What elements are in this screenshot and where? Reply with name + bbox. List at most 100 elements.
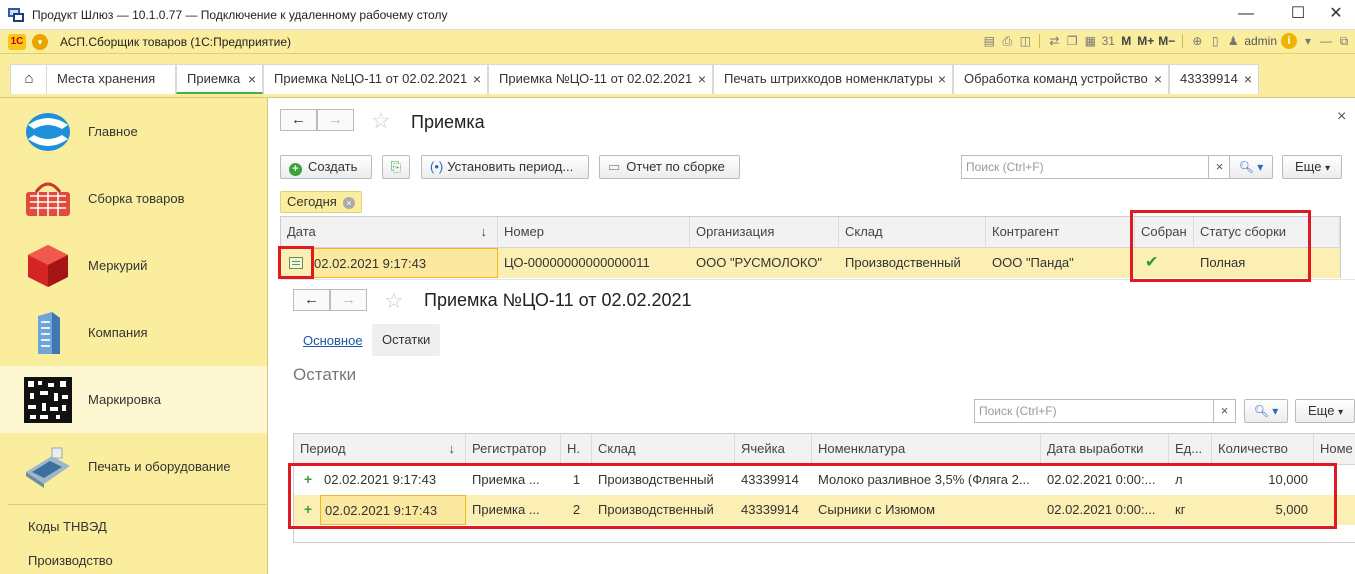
tab-device-commands[interactable]: Обработка команд устройство × — [953, 64, 1169, 94]
close-window-button[interactable]: ✕ — [1313, 0, 1355, 30]
close-icon[interactable]: × — [473, 65, 481, 93]
tab-rest[interactable]: Остатки — [372, 324, 441, 356]
preview-icon[interactable]: ◫ — [1018, 33, 1032, 49]
cell-registrar[interactable]: Приемка ... — [466, 465, 561, 495]
cell-item[interactable]: Сырники с Изюмом — [812, 495, 1041, 525]
tab-storage-places[interactable]: Места хранения — [46, 64, 176, 94]
forward-button[interactable]: → — [330, 289, 367, 311]
remove-filter-icon[interactable]: × — [342, 197, 355, 209]
close-icon[interactable]: × — [248, 65, 256, 93]
minimize-app-icon[interactable]: — — [1319, 33, 1333, 49]
cell-cell[interactable]: 43339914 — [735, 465, 812, 495]
close-icon[interactable]: × — [698, 65, 706, 93]
clear-search-icon[interactable]: × — [1214, 399, 1236, 423]
cell-unit[interactable]: л — [1169, 465, 1212, 495]
cell-n[interactable]: 2 — [561, 495, 592, 525]
sidebar-item-main[interactable]: Главное — [0, 98, 267, 165]
cell-warehouse[interactable]: Производственный — [839, 248, 986, 278]
filter-chip-today[interactable]: Сегодня × — [280, 191, 362, 213]
cell-warehouse[interactable]: Производственный — [592, 495, 735, 525]
back-button[interactable]: ← — [293, 289, 330, 311]
cell-quantity[interactable]: 5,000 — [1212, 495, 1314, 525]
spreadsheet-icon[interactable]: ▦ — [1083, 33, 1097, 49]
tab-print-barcodes[interactable]: Печать штрихкодов номенклатуры × — [713, 64, 953, 94]
column-header-registrar[interactable]: Регистратор — [466, 434, 561, 465]
restore-app-icon[interactable]: ⧉ — [1337, 33, 1351, 49]
table-row[interactable]: + 02.02.2021 9:17:43 Приемка ... 2 Произ… — [294, 495, 1355, 525]
sidebar-item-company[interactable]: Компания — [0, 299, 267, 366]
table-row[interactable]: 02.02.2021 9:17:43 ЦО-00000000000000011 … — [281, 248, 1340, 278]
chevron-down-icon[interactable]: ▾ — [1301, 33, 1315, 49]
cell-number[interactable]: ЦО-00000000000000011 — [498, 248, 690, 278]
column-header-period[interactable]: Период ↓ — [294, 434, 466, 465]
save-icon[interactable]: ▤ — [982, 33, 996, 49]
sidebar-item-marking[interactable]: Маркировка — [0, 366, 267, 433]
column-header-status[interactable]: Статус сборки — [1194, 217, 1340, 248]
cell-production-date[interactable]: 02.02.2021 0:00:... — [1041, 495, 1169, 525]
forward-button[interactable]: → — [317, 109, 354, 131]
cell-cell[interactable]: 43339914 — [735, 495, 812, 525]
minimize-button[interactable]: — — [1223, 0, 1269, 30]
print-icon[interactable]: ⎙ — [1000, 33, 1014, 49]
cell-date[interactable]: 02.02.2021 9:17:43 — [311, 248, 498, 278]
link-icon[interactable]: ⇄ — [1047, 33, 1061, 49]
back-button[interactable]: ← — [280, 109, 317, 131]
column-header-organization[interactable]: Организация — [690, 217, 839, 248]
create-button[interactable]: + Создать — [280, 155, 372, 179]
copy-document-button[interactable]: ⎘ — [382, 155, 410, 179]
column-header-nom[interactable]: Номе — [1314, 434, 1355, 465]
cell-production-date[interactable]: 02.02.2021 0:00:... — [1041, 465, 1169, 495]
search-input[interactable]: Поиск (Ctrl+F) — [961, 155, 1209, 179]
column-header-warehouse[interactable]: Склад — [592, 434, 735, 465]
close-icon[interactable]: × — [1154, 65, 1162, 93]
table-row[interactable]: + 02.02.2021 9:17:43 Приемка ... 1 Произ… — [294, 465, 1355, 495]
column-header-quantity[interactable]: Количество — [1212, 434, 1314, 465]
cell-period[interactable]: 02.02.2021 9:17:43 — [320, 495, 466, 525]
clear-search-icon[interactable]: × — [1209, 155, 1231, 179]
tab-priemka[interactable]: Приемка × — [176, 64, 263, 94]
tab-main[interactable]: Основное — [303, 333, 363, 348]
column-header-n[interactable]: Н. — [561, 434, 592, 465]
cell-organization[interactable]: ООО "РУСМОЛОКО" — [690, 248, 839, 278]
cell-status[interactable]: Полная — [1194, 248, 1340, 278]
cell-warehouse[interactable]: Производственный — [592, 465, 735, 495]
favorite-star-icon[interactable]: ☆ — [384, 288, 404, 314]
column-header-warehouse[interactable]: Склад — [839, 217, 986, 248]
column-header-production-date[interactable]: Дата выработки — [1041, 434, 1169, 465]
column-header-collected[interactable]: Собран — [1135, 217, 1194, 248]
cell-item[interactable]: Молоко разливное 3,5% (Фляга 2... — [812, 465, 1041, 495]
sidebar-link-production[interactable]: Производство — [28, 553, 113, 568]
main-menu-button[interactable]: ▾ — [32, 33, 48, 50]
memory-minus-button[interactable]: M− — [1158, 33, 1175, 49]
assembly-report-button[interactable]: ▭ Отчет по сборке — [599, 155, 740, 179]
close-form-icon[interactable]: × — [1337, 108, 1346, 126]
sidebar-item-print-equipment[interactable]: Печать и оборудование — [0, 433, 267, 500]
tab-cell-43339914[interactable]: 43339914 × — [1169, 64, 1259, 94]
copy-icon[interactable]: ❐ — [1065, 33, 1079, 49]
home-tab[interactable]: ⌂ — [10, 64, 48, 94]
sidebar-link-tnved[interactable]: Коды ТНВЭД — [28, 519, 107, 534]
tab-priemka-doc-1[interactable]: Приемка №ЦО-11 от 02.02.2021 × — [263, 64, 488, 94]
cell-unit[interactable]: кг — [1169, 495, 1212, 525]
search-button[interactable]: 🔍︎ ▾ — [1244, 399, 1288, 423]
column-header-item[interactable]: Номенклатура — [812, 434, 1041, 465]
column-header-contractor[interactable]: Контрагент — [986, 217, 1135, 248]
sidebar-item-mercury[interactable]: Меркурий — [0, 232, 267, 299]
info-icon[interactable]: i — [1281, 33, 1297, 49]
favorite-star-icon[interactable]: ☆ — [371, 108, 391, 134]
calendar-icon[interactable]: 31 — [1101, 33, 1115, 49]
column-header-date[interactable]: Дата ↓ — [281, 217, 498, 248]
cell-period[interactable]: 02.02.2021 9:17:43 — [320, 465, 466, 495]
memory-plus-button[interactable]: M+ — [1137, 33, 1154, 49]
panels-icon[interactable]: ▯ — [1208, 33, 1222, 49]
column-header-number[interactable]: Номер — [498, 217, 690, 248]
column-header-cell[interactable]: Ячейка — [735, 434, 812, 465]
zoom-icon[interactable]: ⊕ — [1190, 33, 1204, 49]
cell-quantity[interactable]: 10,000 — [1212, 465, 1314, 495]
memory-button[interactable]: M — [1119, 33, 1133, 49]
search-input[interactable]: Поиск (Ctrl+F) — [974, 399, 1214, 423]
cell-contractor[interactable]: ООО "Панда" — [986, 248, 1135, 278]
column-header-unit[interactable]: Ед... — [1169, 434, 1212, 465]
cell-registrar[interactable]: Приемка ... — [466, 495, 561, 525]
more-button[interactable]: Еще ▾ — [1282, 155, 1342, 179]
